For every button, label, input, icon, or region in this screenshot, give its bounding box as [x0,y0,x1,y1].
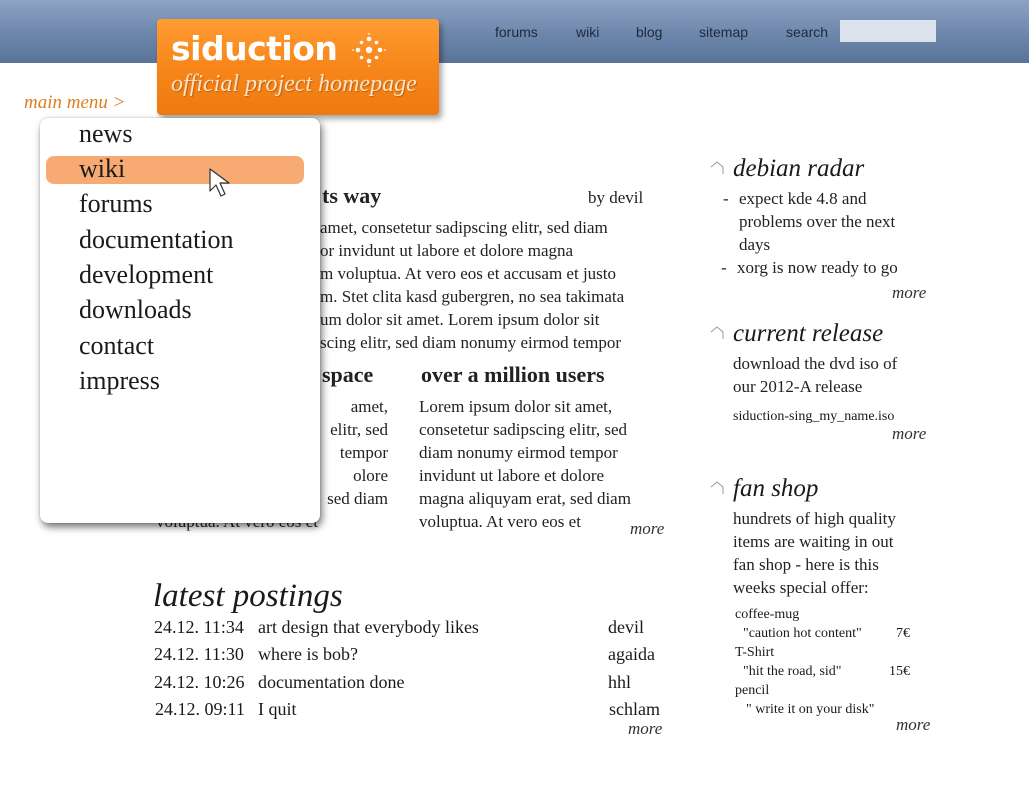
list-item[interactable]: - xorg is now ready to go [721,256,943,279]
menu-item-impress[interactable]: impress [79,366,160,396]
current-release-text: download the dvd iso of our 2012-A relea… [733,352,943,398]
offer-description: " write it on your disk" [746,702,875,717]
offer-name: pencil [735,683,770,698]
menu-item-forums[interactable]: forums [79,189,153,219]
posting-time: 24.12. 09:11 [155,699,245,719]
article-line: or invidunt ut labore et dolore magna [320,241,574,260]
posting-subject[interactable]: I quit [258,699,297,720]
posting-time: 24.12. 11:34 [154,617,244,637]
offer-price: 15€ [889,664,910,679]
fan-shop-line: weeks special offer: [733,578,869,597]
column-right-line: diam nonumy eirmod tempor [419,443,618,462]
offer-description: "caution hot content" [743,626,862,641]
column-left-title[interactable]: space [322,362,373,388]
iso-download-link[interactable]: siduction-sing_my_name.iso [733,409,894,425]
list-item[interactable]: coffee-mug "caution hot content" 7€ [735,605,925,643]
main-menu-label[interactable]: main menu > [24,92,125,114]
table-row[interactable]: 24.12. 09:11 I quit schlam [154,699,674,725]
logo-tagline: official project homepage [171,71,417,97]
article-line: scing elitr, sed diam nonumy eirmod temp… [320,333,622,352]
column-right-more-link[interactable]: more [630,519,664,539]
article-title[interactable]: ts way [322,183,381,209]
menu-item-contact[interactable]: contact [79,331,154,361]
article-line: um dolor sit amet. Lorem ipsum dolor sit [320,310,600,329]
list-item[interactable]: pencil " write it on your disk" [735,681,925,719]
list-dash: - [721,258,727,277]
list-item-text: xorg is now ready to go [737,258,898,277]
table-row[interactable]: 24.12. 11:30 where is bob? agaida [154,644,674,670]
menu-item-documentation[interactable]: documentation [79,225,234,255]
current-release-line: our 2012-A release [733,377,863,396]
menu-item-wiki[interactable]: wiki [79,154,125,184]
column-right-title[interactable]: over a million users [421,362,605,388]
column-right-body: Lorem ipsum dolor sit amet, consetetur s… [419,395,659,533]
article-line: m voluptua. At vero eos et accusam et ju… [320,264,617,283]
offer-name: coffee-mug [735,607,800,622]
current-release-title: current release [733,320,884,347]
logo-dots-icon [352,33,386,67]
column-right-line: Lorem ipsum dolor sit amet, [419,397,613,416]
posting-author[interactable]: schlam [609,699,660,720]
logo-name: siduction [171,29,338,68]
fan-shop-more-link[interactable]: more [896,715,930,735]
article-body: amet, consetetur sadipscing elitr, sed d… [320,216,680,354]
menu-item-development[interactable]: development [79,260,213,290]
posting-subject[interactable]: where is bob? [258,644,358,665]
posting-subject[interactable]: art design that everybody likes [258,617,479,638]
article-line: amet, consetetur sadipscing elitr, sed d… [320,218,608,237]
offer-price: 7€ [896,626,910,641]
nav-link-blog[interactable]: blog [636,24,662,40]
article-line: m. Stet clita kasd gubergren, no sea tak… [320,287,625,306]
list-dash: - [723,189,729,208]
posting-author[interactable]: devil [608,617,644,638]
nav-link-forums[interactable]: forums [495,24,538,40]
column-right-line: magna aliquyam erat, sed diam [419,489,631,508]
nav-link-sitemap[interactable]: sitemap [699,24,748,40]
posting-time: 24.12. 11:30 [154,644,244,664]
menu-item-news[interactable]: news [79,119,132,149]
main-menu-dropdown: news wiki forums documentation developme… [40,118,320,523]
fan-shop-line: items are waiting in out [733,532,894,551]
menu-item-downloads[interactable]: downloads [79,295,192,325]
column-right-line: voluptua. At vero eos et [419,512,581,531]
current-release-line: download the dvd iso of [733,354,898,373]
fan-shop-line: hundrets of high quality [733,509,896,528]
offer-name: T-Shirt [735,645,775,660]
posting-author[interactable]: hhl [608,672,631,693]
mouse-pointer-icon [209,168,230,197]
postings-title: latest postings [153,578,343,614]
posting-author[interactable]: agaida [608,644,655,665]
list-item-text: expect kde 4.8 and [739,189,867,208]
nav-link-search[interactable]: search [786,24,828,40]
fan-shop-text: hundrets of high quality items are waiti… [733,507,943,599]
article-byline: by devil [588,188,644,207]
fan-shop-line: fan shop - here is this [733,555,879,574]
list-item[interactable]: - expect kde 4.8 and problems over the n… [723,187,943,256]
list-item[interactable]: T-Shirt "hit the road, sid" 15€ [735,643,925,681]
column-right-line: consetetur sadipscing elitr, sed [419,420,627,439]
list-item-text: problems over the next [739,212,896,231]
column-right-line: invidunt ut labore et dolore [419,466,605,485]
fan-shop-offers: coffee-mug "caution hot content" 7€ T-Sh… [735,605,925,719]
debian-radar-list: - expect kde 4.8 and problems over the n… [721,187,943,279]
table-row[interactable]: 24.12. 11:34 art design that everybody l… [154,617,674,643]
offer-description: "hit the road, sid" [743,664,842,679]
debian-radar-more-link[interactable]: more [892,283,926,303]
table-row[interactable]: 24.12. 10:26 documentation done hhl [154,672,674,698]
current-release-more-link[interactable]: more [892,424,926,444]
site-logo[interactable]: siduction official project homepage [157,19,439,115]
section-marker-icon [710,481,724,494]
list-item-text: days [739,235,771,254]
section-marker-icon [710,326,724,339]
posting-time: 24.12. 10:26 [154,672,245,692]
search-input[interactable] [840,20,936,42]
posting-subject[interactable]: documentation done [258,672,404,693]
nav-link-wiki[interactable]: wiki [576,24,599,40]
section-marker-icon [710,161,724,174]
postings-more-link[interactable]: more [628,719,662,739]
debian-radar-title: debian radar [733,155,865,182]
fan-shop-title: fan shop [733,475,819,502]
